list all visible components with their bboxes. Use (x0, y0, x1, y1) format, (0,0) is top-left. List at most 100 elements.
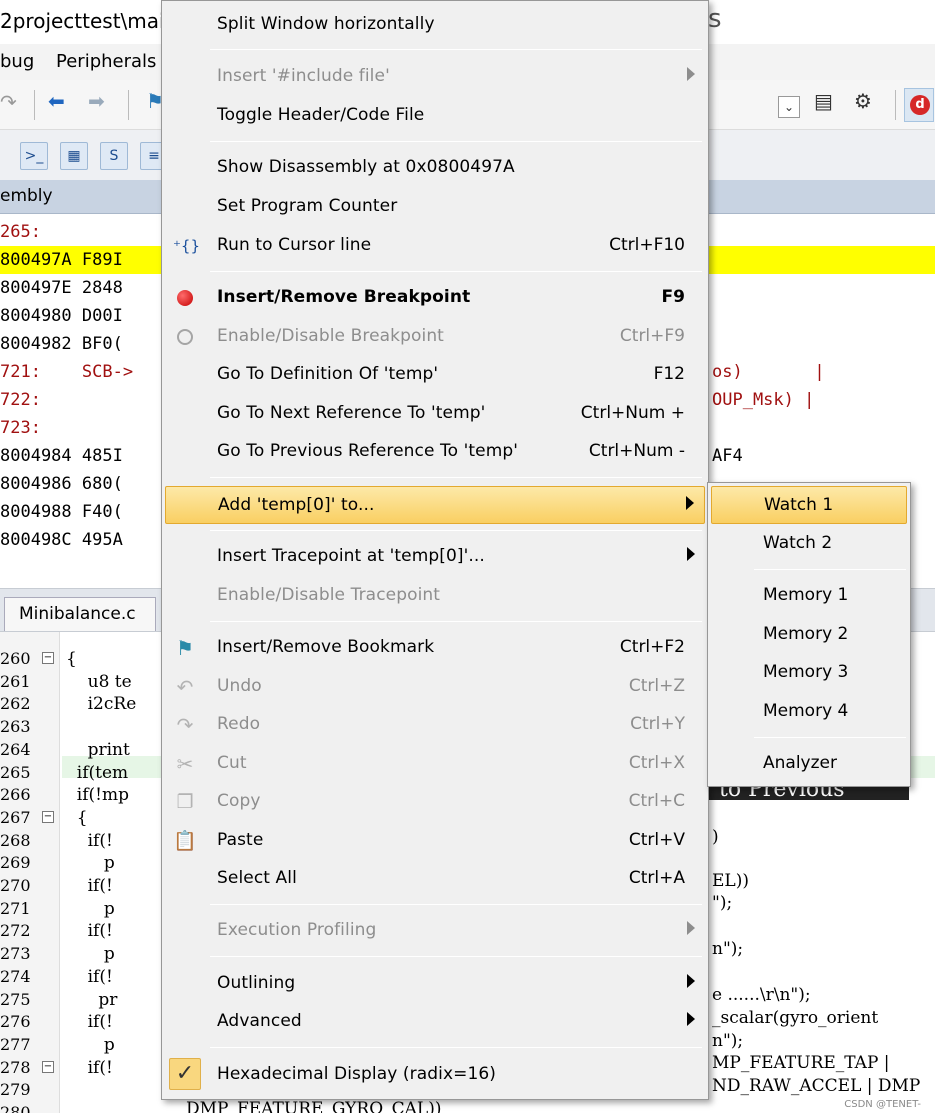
menu-item-goto-definition[interactable]: Go To Definition Of 'temp' F12 (165, 356, 705, 394)
code-fragment: MP_FEATURE_TAP | (712, 1053, 890, 1073)
menu-item-insert-include[interactable]: Insert '#include file' (165, 58, 705, 96)
menu-debug[interactable]: bug (0, 51, 34, 72)
line-number: 267 (0, 807, 31, 827)
submenu-item-analyzer[interactable]: Analyzer (711, 745, 907, 783)
menu-item-split-window[interactable]: Split Window horizontally (165, 6, 705, 44)
menu-item-label: Paste (217, 830, 264, 850)
menu-item-shortcut: Ctrl+X (628, 753, 685, 773)
fold-toggle-icon[interactable]: − (42, 1060, 54, 1073)
code-line: 268 if(! (0, 830, 160, 853)
menu-item-shortcut: Ctrl+Num + (580, 403, 685, 423)
code-line: 280 (0, 1102, 160, 1113)
menu-item-hex-display[interactable]: ✓ Hexadecimal Display (radix=16) (165, 1056, 705, 1094)
code-fragment: EL)) (712, 871, 749, 891)
menu-item-run-to-cursor[interactable]: ⁺{} Run to Cursor line Ctrl+F10 (165, 227, 705, 265)
disassembly-window-icon[interactable]: ▦ (60, 142, 88, 170)
line-number: 265 (0, 762, 31, 782)
line-number: 262 (0, 694, 31, 714)
navigate-forward-icon[interactable]: ➡ (88, 89, 105, 113)
menu-item-cut[interactable]: ✂ Cut Ctrl+X (165, 745, 705, 783)
line-number: 277 (0, 1034, 31, 1054)
menu-item-shortcut: F9 (661, 287, 685, 307)
code-fragment: _scalar(gyro_orient (712, 1008, 879, 1028)
navigate-back-icon[interactable]: ⬅ (48, 89, 65, 113)
submenu-item-memory-1[interactable]: Memory 1 (711, 577, 907, 615)
menu-item-enable-breakpoint[interactable]: Enable/Disable Breakpoint Ctrl+F9 (165, 318, 705, 356)
submenu-item-memory-4[interactable]: Memory 4 (711, 693, 907, 731)
menu-item-label: Set Program Counter (217, 196, 398, 216)
code-text: if(! (66, 876, 113, 896)
submenu-arrow-icon (687, 974, 695, 988)
menu-item-label: Insert '#include file' (217, 66, 390, 86)
menu-item-advanced[interactable]: Advanced (165, 1003, 705, 1041)
line-number: 269 (0, 853, 31, 873)
menu-item-label: Split Window horizontally (217, 14, 435, 34)
menu-item-label: Enable/Disable Tracepoint (217, 585, 441, 605)
submenu-item-memory-2[interactable]: Memory 2 (711, 616, 907, 654)
line-number: 261 (0, 671, 31, 691)
menu-item-goto-prev-ref[interactable]: Go To Previous Reference To 'temp' Ctrl+… (165, 433, 705, 471)
code-fragment: ) (712, 827, 719, 847)
menu-item-bookmark[interactable]: ⚑ Insert/Remove Bookmark Ctrl+F2 (165, 629, 705, 667)
tab-minibalance[interactable]: Minibalance.c (4, 597, 156, 631)
code-line: 277 p (0, 1034, 160, 1057)
menu-item-label: Redo (217, 714, 261, 734)
submenu-item-watch-2[interactable]: Watch 2 (711, 525, 907, 563)
code-line: 261 u8 te (0, 671, 160, 694)
menu-separator (210, 530, 702, 531)
menu-item-show-disassembly[interactable]: Show Disassembly at 0x0800497A (165, 149, 705, 187)
code-text: if(!mp (66, 785, 130, 806)
code-text: if(tem (66, 762, 129, 783)
code-line: 276 if(! (0, 1011, 160, 1034)
code-fragment: n"); (712, 1031, 744, 1051)
menu-item-add-to[interactable]: Add 'temp[0]' to... (165, 486, 705, 524)
menu-item-select-all[interactable]: Select All Ctrl+A (165, 860, 705, 898)
line-number: 280 (0, 1103, 31, 1113)
menu-item-goto-next-ref[interactable]: Go To Next Reference To 'temp' Ctrl+Num … (165, 395, 705, 433)
menu-item-enable-tracepoint[interactable]: Enable/Disable Tracepoint (165, 577, 705, 615)
submenu-arrow-icon (686, 496, 694, 510)
redo-icon[interactable]: ↷ (0, 90, 17, 114)
menu-separator (210, 1047, 702, 1048)
menu-item-toggle-header[interactable]: Toggle Header/Code File (165, 97, 705, 135)
code-line: 279 (0, 1079, 160, 1102)
code-fragment: e ......\r\n"); (712, 985, 811, 1005)
configure-icon[interactable]: ⚙ (854, 89, 872, 113)
chevron-down-icon[interactable]: ⌄ (778, 96, 800, 118)
menu-item-paste[interactable]: 📋 Paste Ctrl+V (165, 822, 705, 860)
command-window-icon[interactable]: >_ (20, 142, 48, 170)
fold-toggle-icon[interactable]: − (42, 810, 54, 823)
submenu-item-memory-3[interactable]: Memory 3 (711, 654, 907, 692)
code-line: 273 p (0, 943, 160, 966)
line-number: 264 (0, 739, 31, 759)
menu-item-label: Insert/Remove Breakpoint (217, 287, 471, 307)
window-title: 2projecttest\main (0, 9, 178, 33)
start-debug-button[interactable]: d (904, 88, 934, 122)
menu-item-copy[interactable]: ❐ Copy Ctrl+C (165, 783, 705, 821)
line-number: 276 (0, 1012, 31, 1032)
menu-item-label: Select All (217, 868, 297, 888)
symbols-window-icon[interactable]: S (100, 142, 128, 170)
menu-item-redo[interactable]: ↷ Redo Ctrl+Y (165, 706, 705, 744)
code-text: { (66, 649, 77, 669)
submenu-item-watch-1[interactable]: Watch 1 (711, 486, 907, 524)
menu-separator (754, 569, 906, 570)
code-line: 262 i2cRe (0, 693, 160, 716)
menu-item-outlining[interactable]: Outlining (165, 965, 705, 1003)
submenu-item-label: Watch 2 (763, 533, 833, 553)
menu-item-label: Insert/Remove Bookmark (217, 637, 435, 657)
menu-item-label: Hexadecimal Display (radix=16) (217, 1064, 497, 1084)
menu-item-undo[interactable]: ↶ Undo Ctrl+Z (165, 668, 705, 706)
redo-icon: ↷ (176, 713, 194, 737)
find-in-files-icon[interactable]: ▤ (814, 89, 833, 113)
menu-item-set-pc[interactable]: Set Program Counter (165, 188, 705, 226)
menu-item-execution-profiling[interactable]: Execution Profiling (165, 912, 705, 950)
menu-item-insert-breakpoint[interactable]: Insert/Remove Breakpoint F9 (165, 279, 705, 317)
breakpoint-icon (173, 287, 197, 309)
menu-item-label: Toggle Header/Code File (217, 105, 425, 125)
menu-peripherals[interactable]: Peripherals (56, 51, 156, 72)
menu-item-insert-tracepoint[interactable]: Insert Tracepoint at 'temp[0]'... (165, 538, 705, 576)
fold-toggle-icon[interactable]: − (42, 652, 54, 664)
window-title-tail: s (708, 4, 722, 34)
menu-item-shortcut: Ctrl+F2 (619, 637, 685, 657)
